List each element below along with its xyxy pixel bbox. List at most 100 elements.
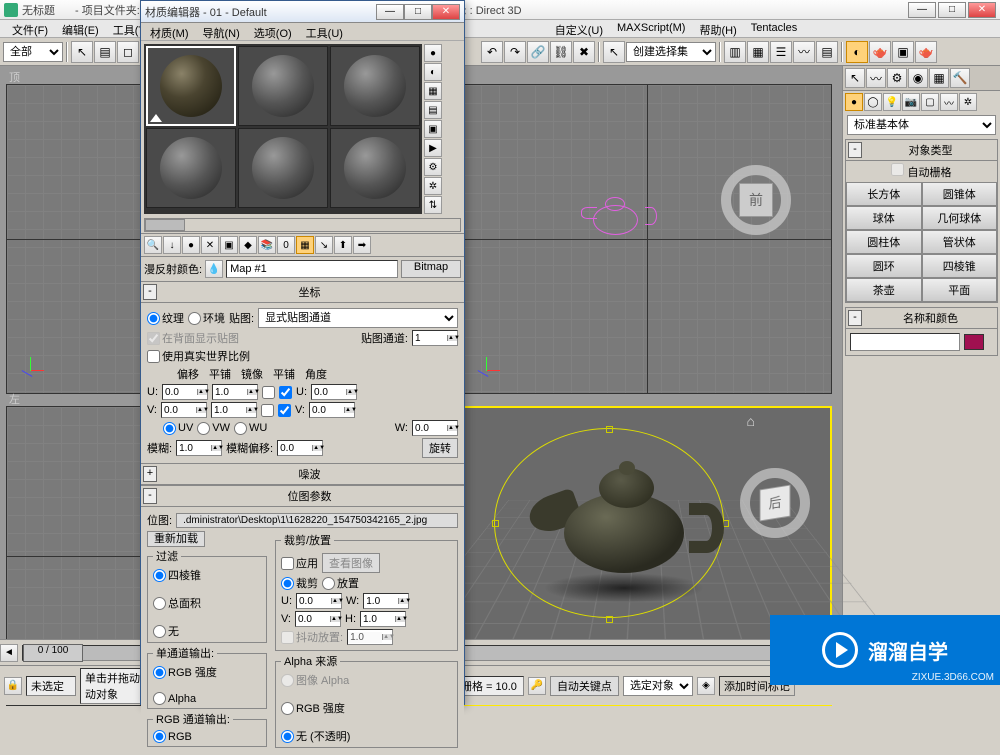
v-tiling[interactable] (212, 405, 246, 416)
selection-filter[interactable]: 全部 (3, 42, 63, 62)
menu-file[interactable]: 文件(F) (6, 20, 54, 37)
obj-geosphere[interactable]: 几何球体 (922, 206, 998, 230)
lights-icon[interactable]: 💡 (883, 93, 901, 111)
background-icon[interactable]: ▦ (424, 82, 442, 100)
w-angle[interactable] (413, 423, 447, 434)
teapot-rendered[interactable] (524, 453, 724, 593)
backlight-icon[interactable]: ◐ (424, 63, 442, 81)
menu-help[interactable]: 帮助(H) (693, 20, 742, 37)
quick-render-icon[interactable]: 🫖 (915, 41, 937, 63)
put-to-scene-icon[interactable]: ↓ (163, 236, 181, 254)
category-dropdown[interactable]: 标准基本体 (847, 115, 996, 135)
map-name-input[interactable] (226, 260, 398, 278)
filter-none-radio[interactable]: 无 (153, 623, 261, 639)
u-angle[interactable] (312, 387, 346, 398)
mono-rgb-radio[interactable]: RGB 强度 (153, 664, 261, 680)
show-map-icon[interactable]: ▦ (296, 236, 314, 254)
viewcube-persp[interactable]: 后 (740, 468, 810, 538)
named-selection[interactable]: 创建选择集 (626, 42, 716, 62)
object-color-swatch[interactable] (964, 334, 984, 350)
map-type-button[interactable]: Bitmap (401, 260, 461, 278)
pyramidal-radio[interactable]: 四棱锥 (153, 567, 261, 583)
select-by-mat-icon[interactable]: ✲ (424, 177, 442, 195)
summed-radio[interactable]: 总面积 (153, 595, 261, 611)
go-sibling-icon[interactable]: ➡ (353, 236, 371, 254)
mat-minimize-button[interactable]: — (376, 4, 404, 20)
rollout-toggle[interactable]: - (143, 488, 157, 504)
viewcube-face[interactable]: 前 (739, 183, 773, 217)
blur-offset-spin[interactable] (278, 443, 312, 454)
tab-create-arrow-icon[interactable]: ↖ (845, 68, 865, 88)
viewcube-front[interactable]: 前 (721, 165, 791, 235)
schematic-icon[interactable]: ▤ (816, 41, 838, 63)
rotate-button[interactable]: 旋转 (422, 438, 458, 458)
autogrid-checkbox[interactable]: 自动栅格 (891, 167, 951, 179)
v-offset[interactable] (162, 405, 196, 416)
time-thumb[interactable]: 0 / 100 (23, 644, 83, 662)
cameras-icon[interactable]: 📷 (902, 93, 920, 111)
tab-display-icon[interactable]: ▦ (929, 68, 949, 88)
mat-map-nav-icon[interactable]: ⇅ (424, 196, 442, 214)
mat-id-icon[interactable]: 0 (277, 236, 295, 254)
pick-icon[interactable]: 💧 (205, 260, 223, 278)
material-slot-1[interactable] (146, 46, 236, 126)
bind-icon[interactable]: ✖ (573, 41, 595, 63)
maximize-button[interactable]: □ (938, 2, 966, 18)
reload-button[interactable]: 重新加载 (147, 531, 205, 547)
crop-v[interactable] (296, 614, 330, 625)
make-unique-icon[interactable]: ◆ (239, 236, 257, 254)
object-name-input[interactable] (850, 333, 960, 351)
alpha-rgb-radio[interactable]: RGB 强度 (281, 700, 452, 716)
wu-radio[interactable]: WU (234, 422, 267, 435)
obj-torus[interactable]: 圆环 (846, 254, 922, 278)
v-tile[interactable] (278, 404, 291, 417)
u-tile[interactable] (279, 386, 292, 399)
show-end-icon[interactable]: ↘ (315, 236, 333, 254)
get-material-icon[interactable]: 🔍 (144, 236, 162, 254)
assign-icon[interactable]: ● (182, 236, 200, 254)
v-mirror[interactable] (261, 404, 274, 417)
render-setup-icon[interactable]: 🫖 (869, 41, 891, 63)
map-channel-combo[interactable]: 显式贴图通道 (258, 308, 458, 328)
home-icon[interactable]: ⌂ (747, 413, 755, 429)
auto-key-button[interactable]: 自动关键点 (550, 676, 619, 696)
tab-hierarchy-icon[interactable]: ⚙ (887, 68, 907, 88)
vw-radio[interactable]: VW (197, 422, 230, 435)
u-tiling[interactable] (213, 387, 247, 398)
mat-menu-tools[interactable]: 工具(U) (301, 23, 348, 40)
systems-icon[interactable]: ✲ (959, 93, 977, 111)
link-icon[interactable]: 🔗 (527, 41, 549, 63)
alpha-none-radio[interactable]: 无 (不透明) (281, 728, 452, 744)
environment-radio[interactable]: 环境 (188, 310, 225, 326)
uv-radio[interactable]: UV (163, 422, 193, 435)
obj-box[interactable]: 长方体 (846, 182, 922, 206)
gizmo-handle[interactable] (606, 426, 613, 433)
mono-alpha-radio[interactable]: Alpha (153, 692, 261, 705)
viewport-front[interactable]: 前 (462, 84, 832, 394)
shapes-icon[interactable]: ◯ (864, 93, 882, 111)
u-mirror[interactable] (262, 386, 275, 399)
menu-customize[interactable]: 自定义(U) (549, 20, 609, 37)
select-icon[interactable]: ↖ (71, 41, 93, 63)
crop-w[interactable] (364, 596, 398, 607)
unlink-icon[interactable]: ⛓ (550, 41, 572, 63)
select-name-icon[interactable]: ▤ (94, 41, 116, 63)
align-icon[interactable]: ▦ (747, 41, 769, 63)
sample-type-icon[interactable]: ● (424, 44, 442, 62)
video-check-icon[interactable]: ▣ (424, 120, 442, 138)
spacewarps-icon[interactable]: 〰 (940, 93, 958, 111)
teapot-wireframe[interactable] (583, 195, 653, 240)
close-button[interactable]: ✕ (968, 2, 996, 18)
menu-edit[interactable]: 编辑(E) (56, 20, 105, 37)
curve-editor-icon[interactable]: 〰 (793, 41, 815, 63)
rollout-toggle[interactable]: - (848, 142, 862, 158)
apply-checkbox[interactable]: 应用 (281, 555, 318, 571)
material-slot-6[interactable] (330, 128, 420, 208)
material-editor-icon[interactable]: ◐ (846, 41, 868, 63)
mat-menu-material[interactable]: 材质(M) (145, 23, 194, 40)
texture-radio[interactable]: 纹理 (147, 310, 184, 326)
rollout-toggle[interactable]: - (848, 310, 862, 326)
time-tag-icon[interactable]: ◈ (697, 677, 715, 695)
select-rect-icon[interactable]: ◻ (117, 41, 139, 63)
redo-icon[interactable]: ↷ (504, 41, 526, 63)
